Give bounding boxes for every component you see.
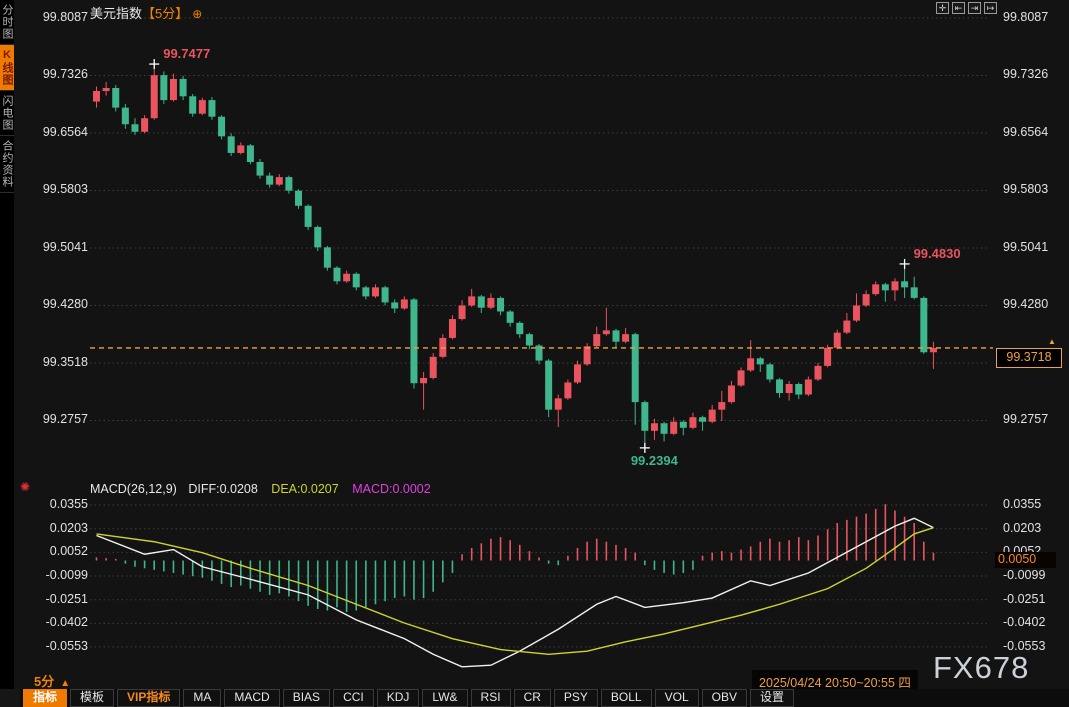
- scale-right-axis-icon[interactable]: ⇥: [968, 2, 981, 14]
- price-annotation: 99.7477: [163, 46, 210, 61]
- sidebar-tab-分时图[interactable]: 分时图: [0, 0, 14, 45]
- price-tick-left: 99.7326: [36, 67, 88, 81]
- period-label: 5分: [34, 674, 54, 689]
- chart-title: 美元指数【5分】 ⊕: [90, 3, 202, 22]
- indicator-hot-icon[interactable]: ✺: [20, 480, 30, 494]
- toolbar-tab-PSY[interactable]: PSY: [554, 689, 598, 707]
- add-indicator-icon[interactable]: ⊕: [192, 7, 202, 21]
- macd-tick-left: 0.0052: [30, 544, 88, 558]
- symbol-name: 美元指数: [90, 6, 142, 21]
- price-annotation: 99.4830: [914, 246, 961, 261]
- period-tag: 【5分】: [142, 6, 188, 21]
- toolbar-tab-设置[interactable]: 设置: [750, 689, 794, 707]
- price-tick-right: 99.2757: [1003, 412, 1048, 426]
- macd-tick-right: -0.0251: [1003, 592, 1045, 606]
- price-tick-left: 99.3518: [36, 355, 88, 369]
- macd-tick-left: 0.0203: [30, 521, 88, 535]
- macd-tick-left: 0.0355: [30, 497, 88, 511]
- indicator-toolbar: 指标模板VIP指标MAMACDBIASCCIKDJLW&RSICRPSYBOLL…: [0, 689, 1069, 707]
- price-tick-right: 99.8087: [1003, 10, 1048, 24]
- price-tick-right: 99.5803: [1003, 182, 1048, 196]
- trading-app-window: 99.7477 99.2394 99.4830 分时图K线图闪电图合约资料 美元指数…: [0, 0, 1069, 707]
- sidebar-tab-K线图[interactable]: K线图: [0, 45, 14, 91]
- chart-canvas[interactable]: 99.7477 99.2394 99.4830: [0, 0, 1069, 707]
- price-tick-right: 99.7326: [1003, 67, 1048, 81]
- macd-tick-left: -0.0251: [30, 592, 88, 606]
- toolbar-tab-VOL[interactable]: VOL: [655, 689, 699, 707]
- toolbar-tab-BOLL[interactable]: BOLL: [601, 689, 652, 707]
- macd-params-label: MACD(26,12,9): [90, 482, 177, 496]
- price-annotation: 99.2394: [631, 453, 679, 468]
- toolbar-tab-KDJ[interactable]: KDJ: [377, 689, 420, 707]
- macd-tick-right: 0.0355: [1003, 497, 1041, 511]
- macd-dea-label: DEA:0.0207: [271, 482, 338, 496]
- price-tick-right: 99.6564: [1003, 125, 1048, 139]
- period-arrow-icon: ▲: [60, 678, 70, 689]
- price-tick-left: 99.4280: [36, 297, 88, 311]
- macd-tick-right: 0.0203: [1003, 521, 1041, 535]
- price-tick-left: 99.5803: [36, 182, 88, 196]
- toolbar-tab-CCI[interactable]: CCI: [333, 689, 374, 707]
- price-tick-left: 99.5041: [36, 240, 88, 254]
- macd-tick-right: -0.0402: [1003, 615, 1045, 629]
- macd-current-value-label: 0.0050: [995, 552, 1056, 568]
- sidebar-tab-合约资料[interactable]: 合约资料: [0, 136, 14, 193]
- toolbar-tab-MA[interactable]: MA: [183, 689, 221, 707]
- macd-header: MACD(26,12,9) DIFF:0.0208 DEA:0.0207 MAC…: [90, 482, 431, 496]
- sidebar-tab-闪电图[interactable]: 闪电图: [0, 91, 14, 136]
- toolbar-tab-MACD[interactable]: MACD: [224, 689, 279, 707]
- macd-tick-left: -0.0553: [30, 639, 88, 653]
- toolbar-tab-RSI[interactable]: RSI: [471, 689, 511, 707]
- toolbar-tab-BIAS[interactable]: BIAS: [283, 689, 330, 707]
- fx678-watermark: FX678: [933, 650, 1029, 686]
- macd-tick-left: -0.0402: [30, 615, 88, 629]
- toolbar-tab-指标[interactable]: 指标: [23, 689, 67, 707]
- toolbar-corner: [0, 689, 20, 707]
- price-tick-left: 99.2757: [36, 412, 88, 426]
- toolbar-tab-VIP指标[interactable]: VIP指标: [117, 689, 180, 707]
- reset-view-icon[interactable]: ↦: [984, 2, 997, 14]
- macd-tick-right: -0.0099: [1003, 568, 1045, 582]
- macd-diff-label: DIFF:0.0208: [188, 482, 257, 496]
- toolbar-tab-CR[interactable]: CR: [514, 689, 551, 707]
- price-tick-left: 99.8087: [36, 10, 88, 24]
- chart-scale-toolbar: ✛⇤⇥↦: [936, 2, 997, 14]
- price-tick-left: 99.6564: [36, 125, 88, 139]
- pan-icon[interactable]: ✛: [936, 2, 949, 14]
- left-sidebar: 分时图K线图闪电图合约资料: [0, 0, 14, 707]
- toolbar-tab-模板[interactable]: 模板: [70, 689, 114, 707]
- price-tick-right: 99.4280: [1003, 297, 1048, 311]
- scale-left-axis-icon[interactable]: ⇤: [952, 2, 965, 14]
- macd-tick-left: -0.0099: [30, 568, 88, 582]
- last-price-label: 99.3718: [996, 348, 1062, 368]
- last-price-arrow-icon: ▲: [1048, 337, 1056, 346]
- period-selector[interactable]: 5分 ▲: [34, 671, 70, 690]
- toolbar-tab-OBV[interactable]: OBV: [702, 689, 747, 707]
- price-tick-right: 99.5041: [1003, 240, 1048, 254]
- macd-macd-label: MACD:0.0002: [352, 482, 431, 496]
- toolbar-tab-LW&[interactable]: LW&: [422, 689, 467, 707]
